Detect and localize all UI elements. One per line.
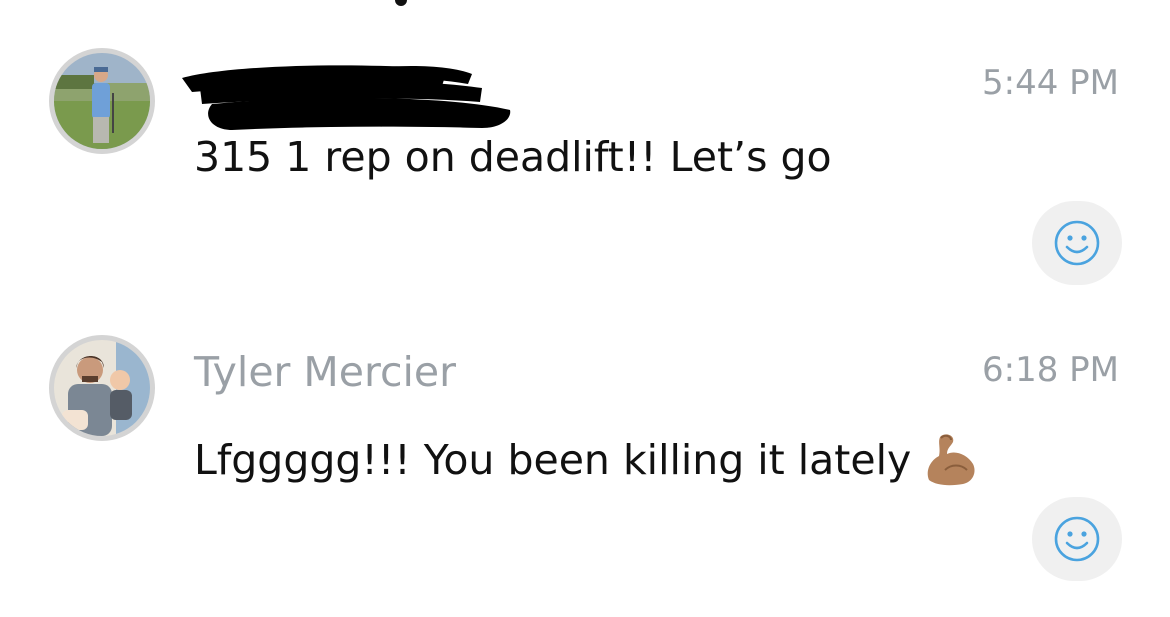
smiley-face-icon xyxy=(1054,516,1100,562)
avatar-golfer-photo xyxy=(54,53,150,149)
avatar-father-child-photo xyxy=(54,340,150,436)
add-reaction-button[interactable] xyxy=(1032,201,1122,285)
smiley-face-icon xyxy=(1054,220,1100,266)
redacted-sender-name xyxy=(182,65,511,130)
message-text: Lfggggg!!! You been killing it lately xyxy=(194,436,912,484)
add-reaction-button[interactable] xyxy=(1032,497,1122,581)
flexed-biceps-icon xyxy=(927,434,975,486)
message-row: Tyler Mercier 6:18 PM Lfggggg!!! You bee… xyxy=(0,300,1170,617)
message-row: 5:44 PM 315 1 rep on deadlift!! Let’s go xyxy=(0,0,1170,300)
message-timestamp: 6:18 PM xyxy=(982,350,1119,390)
message-timestamp: 5:44 PM xyxy=(982,63,1119,103)
message-text: 315 1 rep on deadlift!! Let’s go xyxy=(194,133,832,181)
sender-avatar[interactable] xyxy=(49,48,155,154)
sender-name[interactable]: Tyler Mercier xyxy=(194,352,456,393)
message-body: Lfggggg!!! You been killing it lately xyxy=(194,430,979,488)
sender-avatar[interactable] xyxy=(49,335,155,441)
